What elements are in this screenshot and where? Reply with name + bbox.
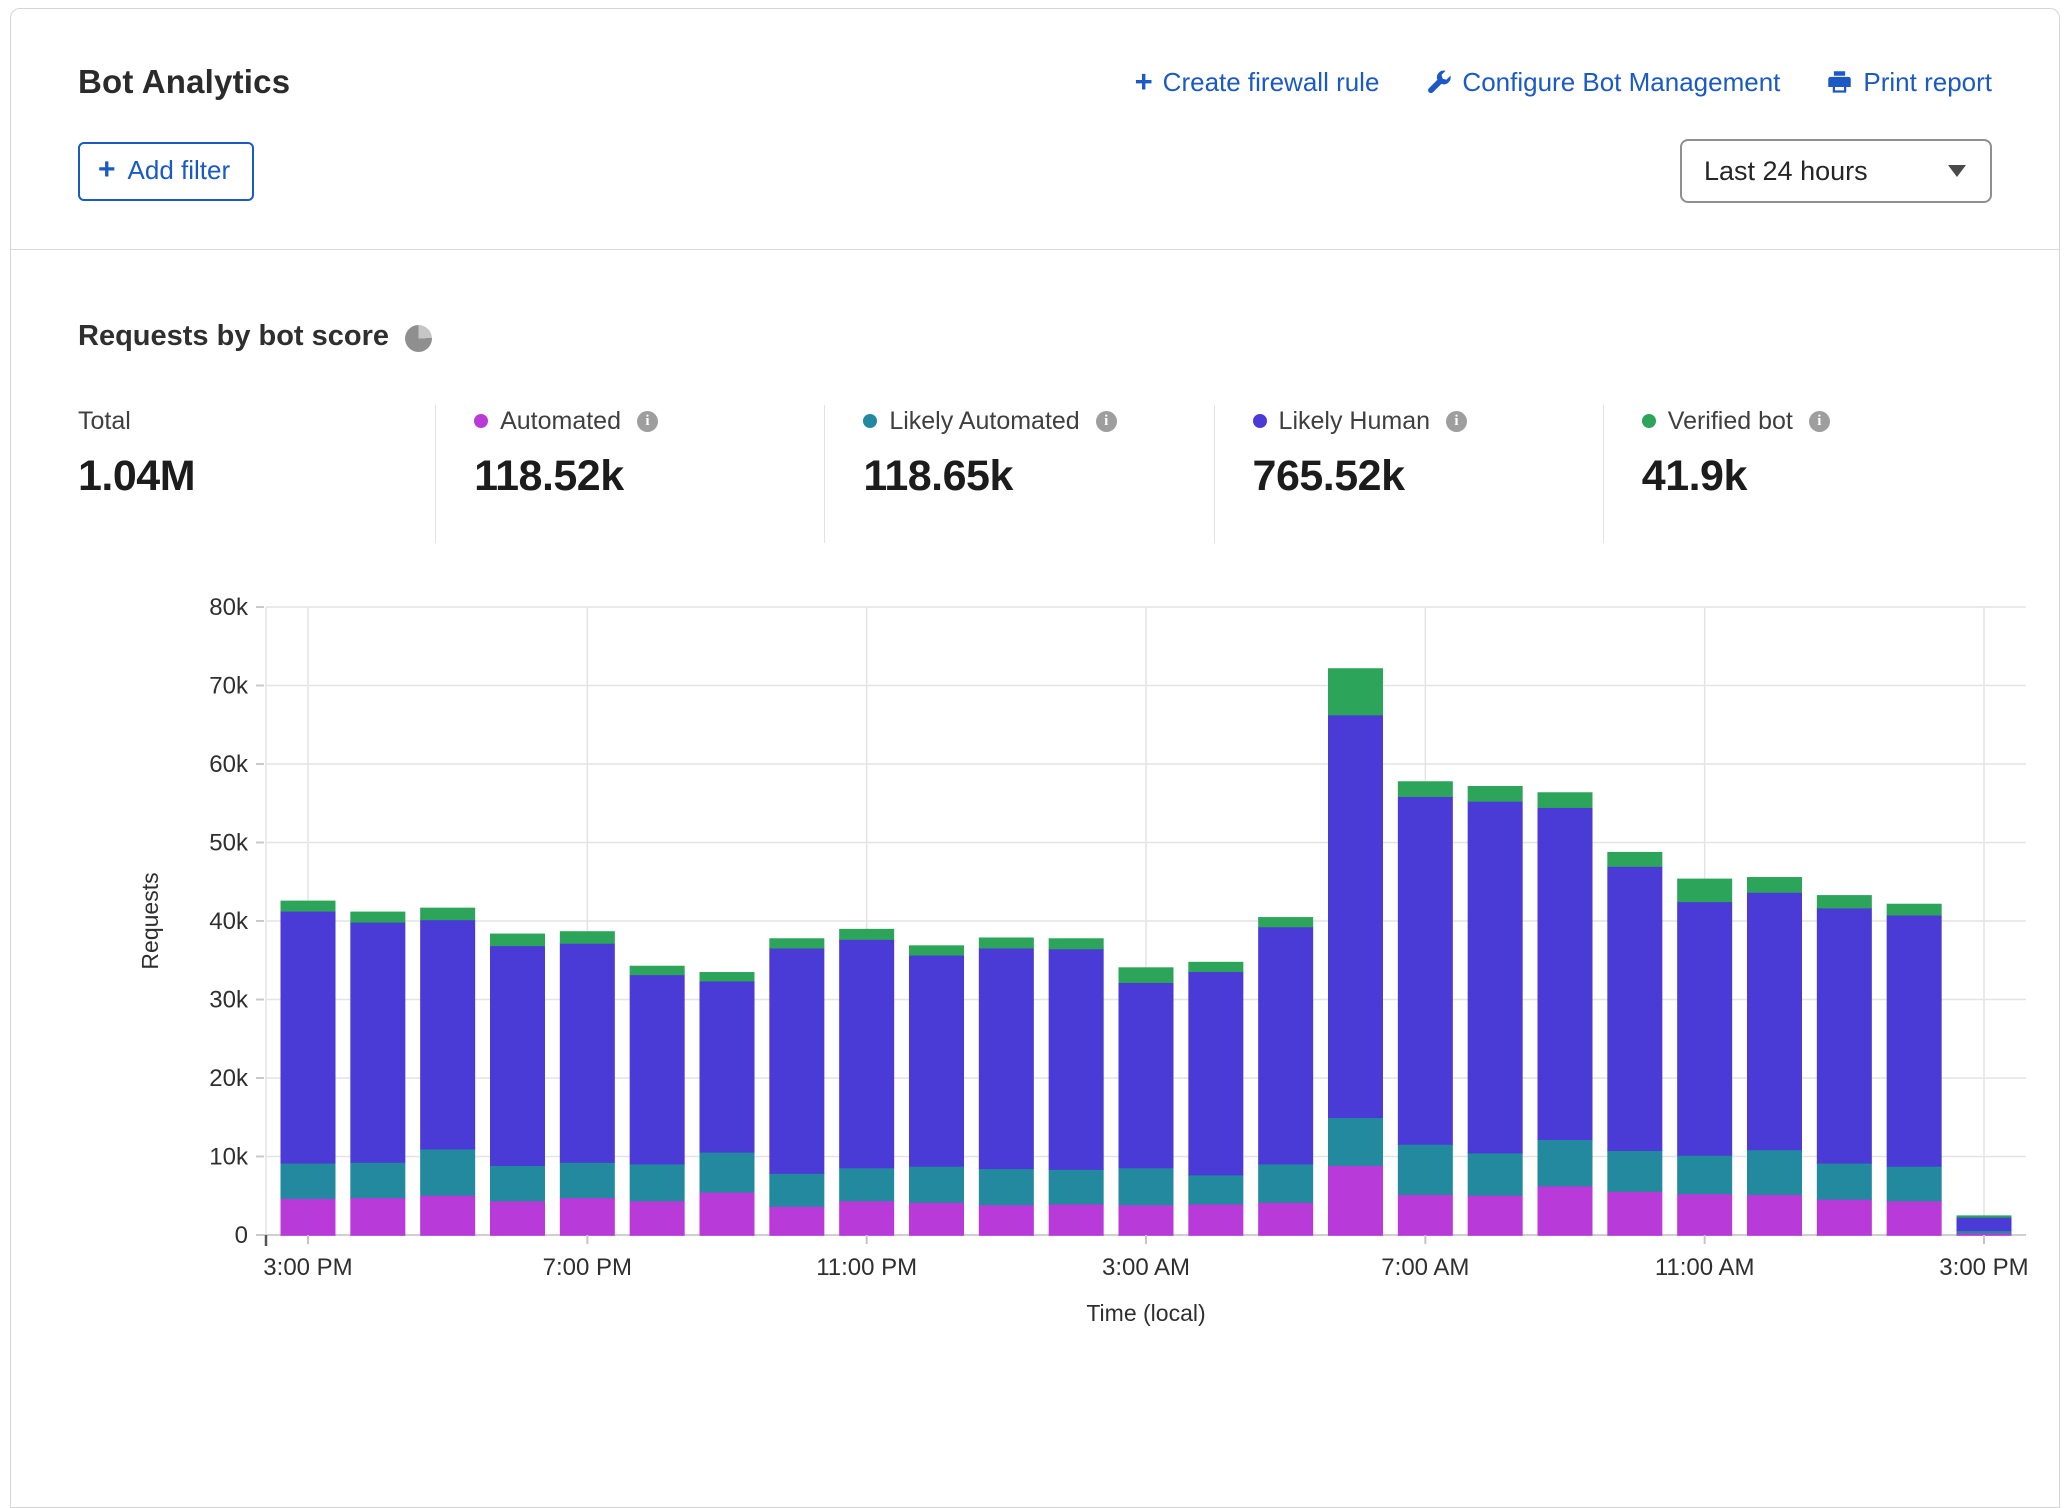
svg-text:11:00 AM: 11:00 AM bbox=[1655, 1254, 1755, 1281]
svg-text:3:00 PM: 3:00 PM bbox=[263, 1254, 352, 1281]
section-title: Requests by bot score bbox=[78, 320, 389, 353]
add-filter-label: Add filter bbox=[128, 155, 231, 186]
plus-icon: + bbox=[1135, 66, 1153, 97]
create-firewall-rule-link[interactable]: + Create firewall rule bbox=[1135, 67, 1380, 98]
svg-text:7:00 PM: 7:00 PM bbox=[543, 1254, 632, 1281]
stat-verified-bot-value: 41.9k bbox=[1642, 452, 1992, 501]
likely-human-dot-icon bbox=[1253, 414, 1267, 428]
svg-text:50k: 50k bbox=[209, 830, 249, 857]
svg-text:11:00 PM: 11:00 PM bbox=[816, 1254, 917, 1281]
svg-text:7:00 AM: 7:00 AM bbox=[1381, 1254, 1469, 1281]
verified-bot-dot-icon bbox=[1642, 414, 1656, 428]
svg-text:10k: 10k bbox=[209, 1144, 249, 1171]
svg-text:30k: 30k bbox=[209, 987, 249, 1014]
svg-text:3:00 PM: 3:00 PM bbox=[1939, 1254, 2028, 1281]
likely-automated-dot-icon bbox=[863, 414, 877, 428]
configure-bot-management-link[interactable]: Configure Bot Management bbox=[1425, 67, 1780, 98]
stat-automated[interactable]: Automated i 118.52k bbox=[435, 405, 824, 543]
stats-row: Total 1.04M Automated i 118.52k Likely A… bbox=[78, 405, 1992, 543]
printer-icon bbox=[1826, 69, 1853, 96]
svg-text:Requests: Requests bbox=[137, 872, 163, 969]
pie-chart-icon bbox=[405, 325, 432, 352]
bot-analytics-card: Bot Analytics + Create firewall rule Con… bbox=[10, 8, 2060, 1508]
svg-text:20k: 20k bbox=[209, 1065, 249, 1092]
time-range-value: Last 24 hours bbox=[1704, 156, 1868, 187]
configure-bot-management-label: Configure Bot Management bbox=[1462, 67, 1780, 98]
info-icon[interactable]: i bbox=[1096, 411, 1117, 432]
stat-likely-human-value: 765.52k bbox=[1253, 452, 1603, 501]
info-icon[interactable]: i bbox=[1446, 411, 1467, 432]
info-icon[interactable]: i bbox=[1809, 411, 1830, 432]
wrench-icon bbox=[1425, 69, 1452, 96]
svg-text:Time (local): Time (local) bbox=[1086, 1300, 1205, 1326]
create-firewall-rule-label: Create firewall rule bbox=[1163, 67, 1380, 98]
svg-text:3:00 AM: 3:00 AM bbox=[1102, 1254, 1190, 1281]
svg-text:70k: 70k bbox=[209, 673, 249, 700]
plus-icon: + bbox=[98, 155, 116, 185]
stat-likely-automated-value: 118.65k bbox=[863, 452, 1213, 501]
stat-likely-automated-label: Likely Automated bbox=[889, 407, 1079, 436]
stat-likely-human-label: Likely Human bbox=[1279, 407, 1430, 436]
time-range-select[interactable]: Last 24 hours bbox=[1680, 139, 1992, 203]
chart-area: 0 10k 20k 30k 40k 50k 60k 70k 80k 3:00 PM 7:00 PM 1… bbox=[126, 585, 1992, 1345]
svg-text:80k: 80k bbox=[209, 594, 249, 621]
header-actions: + Create firewall rule Configure Bot Man… bbox=[1135, 67, 1992, 98]
stat-verified-bot[interactable]: Verified bot i 41.9k bbox=[1603, 405, 1992, 543]
info-icon[interactable]: i bbox=[637, 411, 658, 432]
stat-automated-value: 118.52k bbox=[474, 452, 824, 501]
bot-score-chart[interactable]: 0 10k 20k 30k 40k 50k 60k 70k 80k 3:00 PM 7:00 PM 1… bbox=[126, 585, 2041, 1340]
stat-total-value: 1.04M bbox=[78, 452, 435, 501]
stat-total: Total 1.04M bbox=[78, 405, 435, 543]
stat-verified-bot-label: Verified bot bbox=[1668, 407, 1793, 436]
page-title: Bot Analytics bbox=[78, 63, 290, 101]
stat-likely-human[interactable]: Likely Human i 765.52k bbox=[1214, 405, 1603, 543]
card-body: Requests by bot score Total 1.04M Automa… bbox=[11, 250, 2059, 1345]
svg-text:60k: 60k bbox=[209, 751, 249, 778]
card-header: Bot Analytics + Create firewall rule Con… bbox=[11, 9, 2059, 249]
stat-likely-automated[interactable]: Likely Automated i 118.65k bbox=[824, 405, 1213, 543]
add-filter-button[interactable]: + Add filter bbox=[78, 142, 254, 201]
automated-dot-icon bbox=[474, 414, 488, 428]
svg-text:0: 0 bbox=[235, 1222, 248, 1249]
stat-total-label: Total bbox=[78, 407, 131, 436]
print-report-label: Print report bbox=[1863, 67, 1992, 98]
print-report-link[interactable]: Print report bbox=[1826, 67, 1992, 98]
stat-automated-label: Automated bbox=[500, 407, 621, 436]
svg-text:40k: 40k bbox=[209, 908, 249, 935]
chevron-down-icon bbox=[1948, 165, 1966, 177]
